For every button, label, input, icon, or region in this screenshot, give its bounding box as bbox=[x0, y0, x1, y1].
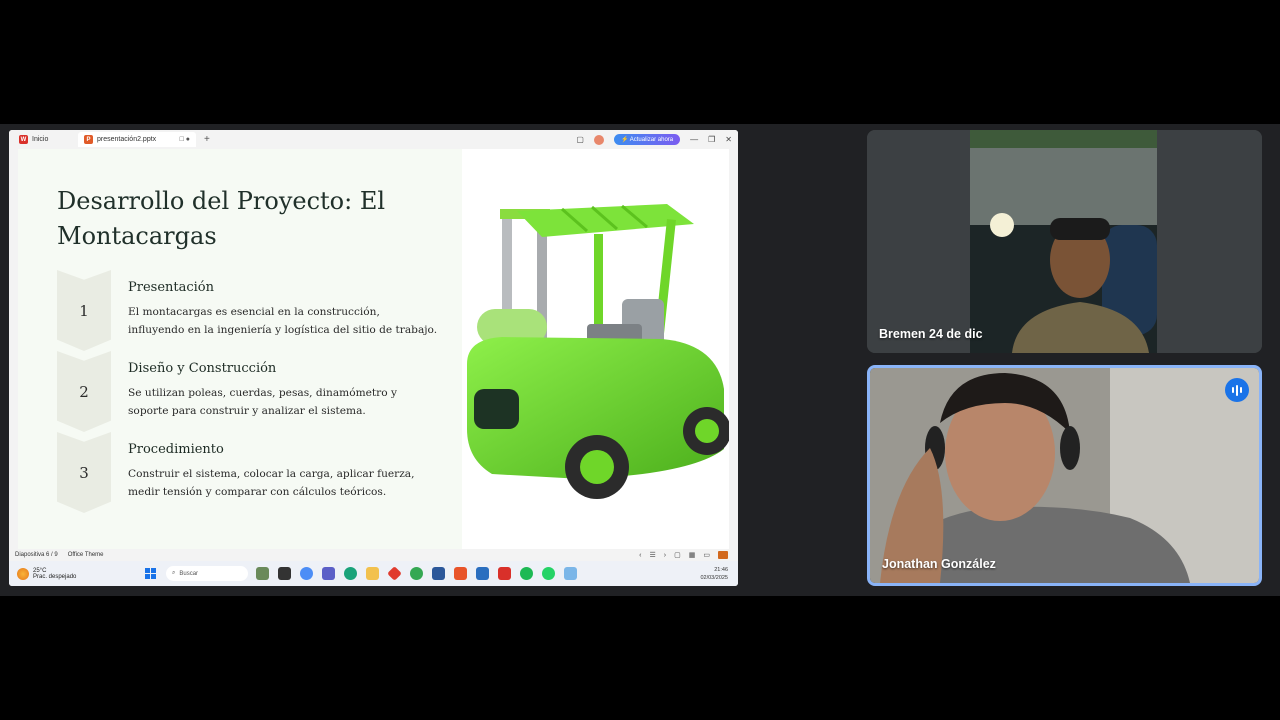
taskbar-search[interactable]: ⌕ Buscar bbox=[166, 566, 248, 581]
app-icon[interactable] bbox=[476, 567, 489, 580]
spotify-icon[interactable] bbox=[520, 567, 533, 580]
user-avatar[interactable] bbox=[593, 134, 604, 145]
teams-icon[interactable] bbox=[322, 567, 335, 580]
window-controls: ▢ ⚡ Actualizar ahora — ❐ ✕ bbox=[576, 134, 738, 145]
app-icon[interactable] bbox=[387, 566, 402, 581]
chrome-icon[interactable] bbox=[410, 567, 423, 580]
sun-icon bbox=[17, 567, 29, 580]
step-text: Construir el sistema, colocar la carga, … bbox=[128, 468, 415, 498]
forklift-illustration bbox=[467, 204, 729, 499]
weather-widget[interactable]: 25°C Prac. despejado bbox=[17, 567, 137, 580]
reading-view-icon[interactable]: ▭ bbox=[703, 551, 710, 559]
system-clock[interactable]: 21:46 02/03/2025 bbox=[700, 566, 738, 582]
word-icon[interactable] bbox=[432, 567, 445, 580]
windows-start-icon[interactable] bbox=[145, 568, 156, 579]
wps-logo-icon: W bbox=[19, 135, 28, 144]
weather-text: Prac. despejado bbox=[33, 573, 77, 580]
participant-video bbox=[870, 368, 1259, 583]
presentation-file-icon: P bbox=[84, 135, 93, 144]
notes-icon[interactable]: ☰ bbox=[650, 551, 656, 559]
windows-taskbar: 25°C Prac. despejado ⌕ Buscar 21:46 02/0… bbox=[9, 561, 738, 586]
edge-icon[interactable] bbox=[344, 567, 357, 580]
screen: W Inicio P presentación2.pptx □ ● + ▢ ⚡ … bbox=[0, 0, 1280, 720]
copilot-icon[interactable] bbox=[300, 567, 313, 580]
step-text: Se utilizan poleas, cuerdas, pesas, dina… bbox=[128, 387, 397, 417]
view-controls: ‹ ☰ › ▢ ▦ ▭ bbox=[639, 551, 738, 559]
tab-document[interactable]: P presentación2.pptx □ ● bbox=[78, 132, 196, 147]
participant-name: Bremen 24 de dic bbox=[879, 327, 983, 341]
slide-canvas: Desarrollo del Proyecto: El Montacargas … bbox=[18, 149, 729, 549]
prev-slide-icon[interactable]: ‹ bbox=[639, 552, 641, 559]
forklift-image bbox=[462, 149, 729, 549]
app-icon[interactable] bbox=[256, 567, 269, 580]
step-title: Procedimiento bbox=[128, 442, 224, 457]
normal-view-icon[interactable]: ▢ bbox=[674, 551, 681, 559]
step-number: 1 bbox=[57, 270, 111, 351]
participant-tile[interactable]: Bremen 24 de dic bbox=[867, 130, 1262, 353]
step-item: 2 Diseño y Construcción Se utilizan pole… bbox=[57, 351, 437, 432]
step-title: Presentación bbox=[128, 280, 215, 295]
next-slide-icon[interactable]: › bbox=[664, 552, 666, 559]
slide-counter: Diapositiva 6 / 9 bbox=[15, 552, 58, 558]
minimize-icon[interactable]: — bbox=[690, 135, 698, 144]
tab-document-label: presentación2.pptx bbox=[97, 136, 157, 143]
update-now-button[interactable]: ⚡ Actualizar ahora bbox=[613, 134, 681, 145]
app-icon[interactable] bbox=[564, 567, 577, 580]
close-window-icon[interactable]: ✕ bbox=[725, 135, 732, 144]
brave-icon[interactable] bbox=[454, 567, 467, 580]
tab-close-icon[interactable]: □ ● bbox=[180, 136, 190, 143]
search-icon: ⌕ bbox=[172, 570, 176, 576]
tab-home-label: Inicio bbox=[32, 136, 49, 143]
app-titlebar: W Inicio P presentación2.pptx □ ● + ▢ ⚡ … bbox=[9, 130, 738, 149]
step-title: Diseño y Construcción bbox=[128, 361, 277, 376]
step-number: 3 bbox=[57, 432, 111, 513]
new-tab-icon[interactable]: + bbox=[204, 134, 210, 145]
clock-date: 02/03/2025 bbox=[700, 574, 728, 581]
active-speaker-tile[interactable]: Jonathan González bbox=[867, 365, 1262, 586]
pinned-apps bbox=[256, 566, 577, 581]
step-item: 3 Procedimiento Construir el sistema, co… bbox=[57, 432, 437, 513]
status-bar: Diapositiva 6 / 9 Office Theme ‹ ☰ › ▢ ▦… bbox=[9, 549, 738, 561]
clock-time: 21:46 bbox=[714, 566, 728, 573]
step-number: 2 bbox=[57, 351, 111, 432]
slide-title: Desarrollo del Proyecto: El Montacargas bbox=[57, 187, 386, 250]
slide-text-area: Desarrollo del Proyecto: El Montacargas … bbox=[18, 149, 462, 549]
theme-name: Office Theme bbox=[67, 552, 104, 558]
tab-home[interactable]: W Inicio bbox=[13, 132, 76, 147]
speaking-indicator-icon bbox=[1225, 378, 1249, 402]
maximize-icon[interactable]: ❐ bbox=[708, 135, 715, 144]
step-item: 1 Presentación El montacargas es esencia… bbox=[57, 270, 438, 351]
app-icon[interactable] bbox=[278, 567, 291, 580]
shared-screen: W Inicio P presentación2.pptx □ ● + ▢ ⚡ … bbox=[9, 130, 738, 586]
wps-icon[interactable] bbox=[498, 567, 511, 580]
participant-name: Jonathan González bbox=[882, 557, 996, 571]
layout-icon[interactable]: ▢ bbox=[576, 135, 584, 144]
step-text: El montacargas es esencial en la constru… bbox=[128, 306, 438, 336]
search-placeholder: Buscar bbox=[179, 570, 199, 577]
slideshow-button[interactable] bbox=[718, 551, 728, 559]
file-explorer-icon[interactable] bbox=[366, 567, 379, 580]
sorter-view-icon[interactable]: ▦ bbox=[689, 551, 696, 559]
headlight-grille bbox=[474, 389, 519, 429]
whatsapp-icon[interactable] bbox=[542, 567, 555, 580]
participant-video bbox=[867, 130, 1262, 353]
